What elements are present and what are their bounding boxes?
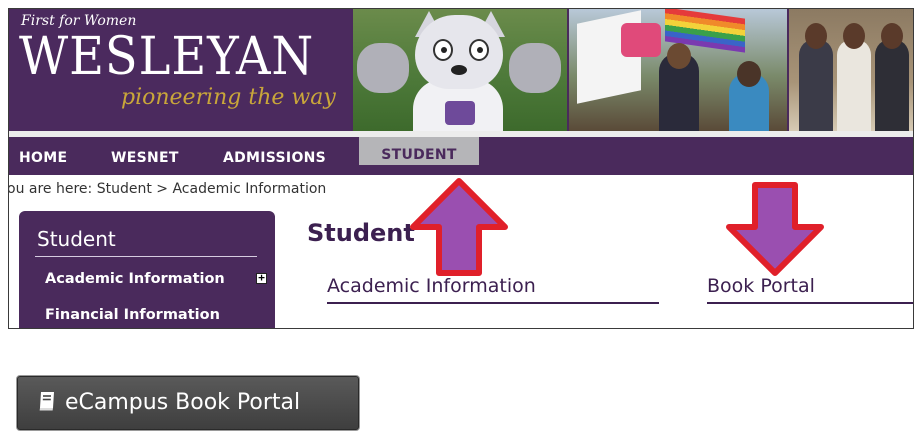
- expand-plus-icon[interactable]: +: [256, 272, 267, 284]
- mascot-head: [415, 15, 503, 89]
- mascot-photo: [353, 9, 567, 131]
- main-nav: HOME WESNET ADMISSIONS STUDENT: [9, 137, 913, 175]
- up-arrow-icon: [410, 178, 508, 276]
- breadcrumb-prefix: ou are here:: [8, 181, 93, 197]
- logo-wordmark: WESLEYAN: [19, 27, 315, 87]
- mascot-right-eye: [469, 39, 489, 61]
- breadcrumb-student[interactable]: Student: [97, 181, 152, 197]
- student-figure: [837, 23, 871, 131]
- student-figure: [875, 23, 909, 131]
- logo-slogan: pioneering the way: [121, 85, 336, 110]
- section-divider: [327, 302, 659, 304]
- flag-pink: [621, 23, 661, 57]
- breadcrumb-academic-information[interactable]: Academic Information: [172, 181, 326, 197]
- page-title: Student: [307, 219, 415, 247]
- button-content: eCampus Book Portal: [37, 390, 300, 415]
- section-divider: [707, 302, 913, 304]
- mascot-nose: [451, 65, 467, 75]
- student-figure: [799, 23, 833, 131]
- nav-home[interactable]: HOME: [19, 137, 67, 175]
- sidebar-divider: [35, 256, 257, 257]
- mascot-left-paw: [357, 43, 409, 93]
- mascot-left-eye: [433, 39, 453, 61]
- nav-admissions[interactable]: ADMISSIONS: [223, 137, 326, 175]
- breadcrumb-separator: >: [156, 181, 169, 197]
- sidebar-title: Student: [37, 227, 116, 251]
- button-label: eCampus Book Portal: [65, 390, 301, 415]
- nav-wesnet[interactable]: WESNET: [111, 137, 179, 175]
- sidebar-item-financial-information[interactable]: Financial Information: [45, 307, 220, 323]
- mascot-shirt-logo: [445, 101, 475, 125]
- section-book-portal[interactable]: Book Portal: [707, 275, 815, 297]
- sidebar-item-academic-information[interactable]: Academic Information: [45, 271, 225, 287]
- book-icon: [39, 392, 54, 411]
- site-logo[interactable]: First for Women WESLEYAN pioneering the …: [9, 9, 351, 131]
- down-arrow-icon: [726, 182, 824, 276]
- nav-student[interactable]: STUDENT: [359, 137, 479, 165]
- students-photo: [789, 9, 913, 131]
- mascot-right-paw: [509, 43, 561, 93]
- breadcrumb: ou are here: Student > Academic Informat…: [8, 181, 326, 197]
- person-figure: [659, 43, 699, 131]
- section-academic-information[interactable]: Academic Information: [327, 275, 536, 297]
- person-figure: [729, 61, 769, 131]
- website-screenshot: First for Women WESLEYAN pioneering the …: [8, 8, 914, 329]
- sidebar: Student Academic Information + Financial…: [19, 211, 275, 328]
- ecampus-book-portal-button[interactable]: eCampus Book Portal: [16, 375, 360, 431]
- header-banner: First for Women WESLEYAN pioneering the …: [9, 9, 913, 131]
- flags-photo: [569, 9, 787, 131]
